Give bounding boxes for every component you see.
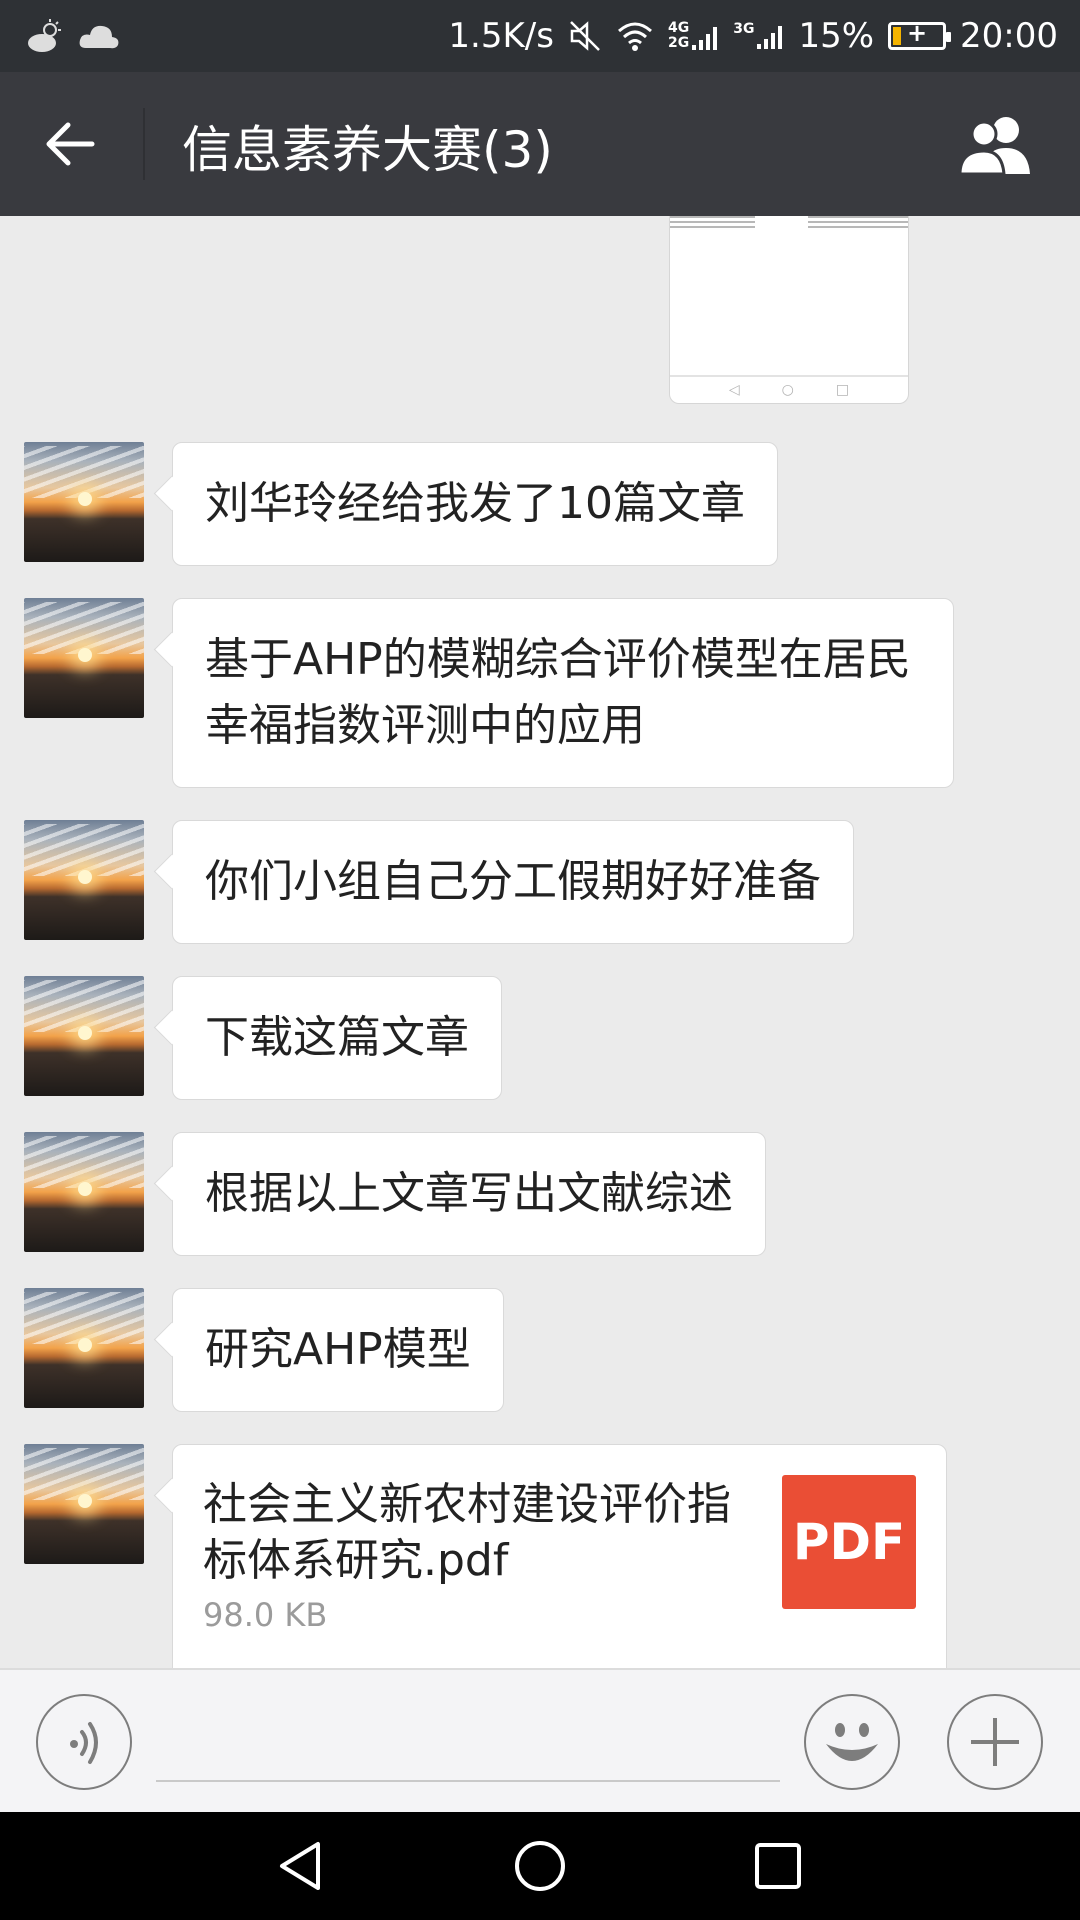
network-speed: 1.5K/s xyxy=(448,16,554,56)
message-bubble[interactable]: 研究AHP模型 xyxy=(172,1288,504,1412)
header-divider xyxy=(143,108,145,180)
message-text: 你们小组自己分工假期好好准备 xyxy=(205,856,821,907)
pdf-file-icon: PDF xyxy=(782,1475,916,1609)
emoji-icon xyxy=(826,1723,878,1761)
voice-input-button[interactable] xyxy=(36,1694,132,1790)
file-name: 社会主义新农村建设评价指标体系研究.pdf xyxy=(203,1479,731,1586)
system-navigation-bar xyxy=(0,1812,1080,1920)
signal-icon-2: 3G xyxy=(733,22,784,50)
message-bubble[interactable]: 你们小组自己分工假期好好准备 xyxy=(172,820,854,944)
charging-plus-icon: + xyxy=(906,19,928,47)
thumbnail-text-lines xyxy=(808,216,908,230)
sender-avatar[interactable] xyxy=(24,1132,144,1252)
emoji-button[interactable] xyxy=(804,1694,900,1790)
thumbnail-home-icon: ○ xyxy=(781,382,794,398)
group-members-icon[interactable] xyxy=(956,112,1038,176)
sender-avatar[interactable] xyxy=(24,1288,144,1408)
nav-recent-icon[interactable] xyxy=(750,1838,806,1894)
message-item: 基于AHP的模糊综合评价模型在居民幸福指数评测中的应用 xyxy=(24,598,954,788)
network-type-2-label: 3G xyxy=(733,21,755,37)
status-bar: 1.5K/s 4G 2G 3G 15% + 20:00 xyxy=(0,0,1080,72)
message-text: 根据以上文章写出文献综述 xyxy=(205,1168,733,1219)
voice-icon xyxy=(70,1722,98,1764)
message-item: 刘华玲经给我发了10篇文章 xyxy=(24,442,778,566)
signal-icon: 4G 2G xyxy=(668,21,719,51)
message-item: 根据以上文章写出文献综述 xyxy=(24,1132,766,1256)
message-input[interactable] xyxy=(156,1710,780,1782)
clock: 20:00 xyxy=(960,16,1058,56)
message-bubble[interactable]: 下载这篇文章 xyxy=(172,976,502,1100)
weather-sun-cloud-icon xyxy=(28,19,61,52)
sender-avatar[interactable] xyxy=(24,598,144,718)
message-bubble[interactable]: 根据以上文章写出文献综述 xyxy=(172,1132,766,1256)
message-item: 研究AHP模型 xyxy=(24,1288,504,1412)
status-notifications xyxy=(26,18,120,54)
chat-header: 信息素养大赛(3) xyxy=(0,72,1080,216)
file-message-bubble[interactable]: 社会主义新农村建设评价指标体系研究.pdf 98.0 KB PDF xyxy=(172,1444,947,1668)
sender-avatar[interactable] xyxy=(24,976,144,1096)
sender-avatar[interactable] xyxy=(24,820,144,940)
message-item: 社会主义新农村建设评价指标体系研究.pdf 98.0 KB PDF xyxy=(24,1444,947,1668)
message-bubble[interactable]: 刘华玲经给我发了10篇文章 xyxy=(172,442,778,566)
cloud-icon xyxy=(79,25,119,49)
network-type-label: 4G xyxy=(667,20,690,36)
message-text: 基于AHP的模糊综合评价模型在居民幸福指数评测中的应用 xyxy=(205,634,911,751)
network-type-sub-label: 2G xyxy=(667,35,690,51)
battery-percent: 15% xyxy=(798,16,875,56)
status-indicators: 1.5K/s 4G 2G 3G 15% + 20:00 xyxy=(448,12,1058,60)
back-arrow-icon[interactable] xyxy=(40,112,104,176)
chat-input-bar xyxy=(0,1668,1080,1812)
message-text: 刘华玲经给我发了10篇文章 xyxy=(205,478,745,529)
plus-icon xyxy=(971,1718,1019,1766)
thumbnail-back-icon: ◁ xyxy=(728,382,740,398)
message-item: 下载这篇文章 xyxy=(24,976,502,1100)
sender-avatar[interactable] xyxy=(24,442,144,562)
battery-charging-icon: + xyxy=(888,19,952,50)
chat-title: 信息素养大赛(3) xyxy=(182,121,553,179)
mute-icon xyxy=(570,21,600,51)
message-bubble[interactable]: 基于AHP的模糊综合评价模型在居民幸福指数评测中的应用 xyxy=(172,598,954,788)
wifi-icon xyxy=(617,22,652,51)
more-options-button[interactable] xyxy=(947,1694,1043,1790)
chat-message-list[interactable]: ◁ ○ □ 刘华玲经给我发了10篇文章 基于AHP的模糊综合评价模型在居民幸福指… xyxy=(0,216,1080,1668)
message-item: 你们小组自己分工假期好好准备 xyxy=(24,820,854,944)
thumbnail-text-lines xyxy=(670,216,755,230)
thumbnail-recent-icon: □ xyxy=(835,382,850,398)
thumbnail-nav-bar: ◁ ○ □ xyxy=(670,375,908,403)
nav-home-icon[interactable] xyxy=(512,1838,568,1894)
sender-avatar[interactable] xyxy=(24,1444,144,1564)
image-message-thumbnail[interactable]: ◁ ○ □ xyxy=(669,216,909,404)
message-text: 研究AHP模型 xyxy=(205,1324,471,1375)
message-text: 下载这篇文章 xyxy=(205,1012,469,1063)
nav-back-icon[interactable] xyxy=(274,1838,330,1894)
